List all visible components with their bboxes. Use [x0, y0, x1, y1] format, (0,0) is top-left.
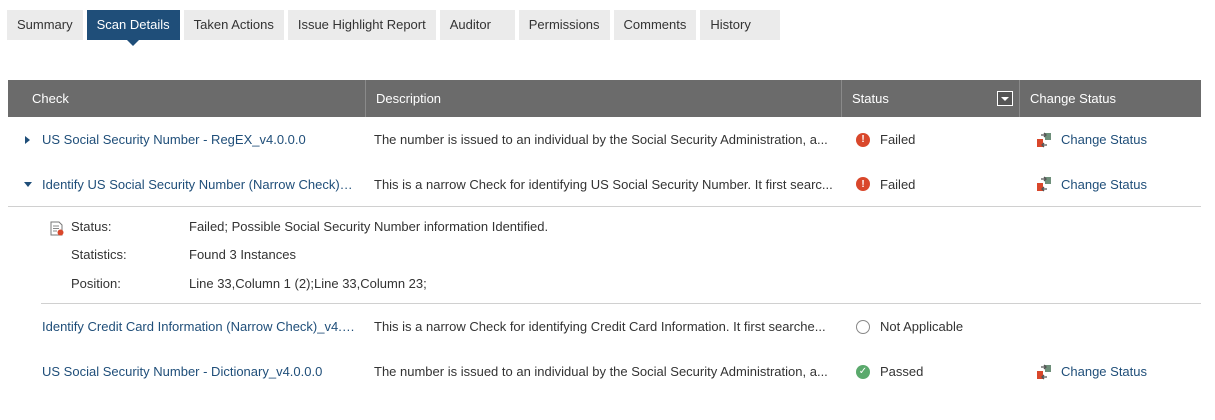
detail-value: Failed; Possible Social Security Number …	[189, 219, 549, 234]
not-applicable-icon	[856, 319, 870, 334]
status-text: Not Applicable	[880, 319, 964, 334]
status-text: Failed	[880, 176, 916, 192]
report-status-icon	[50, 221, 64, 236]
check-name-link[interactable]: US Social Security Number - Dictionary_v…	[8, 364, 358, 379]
tab-comments[interactable]: Comments	[613, 10, 697, 40]
change-status-label: Change Status	[1061, 364, 1148, 379]
change-status-link[interactable]: Change Status	[1020, 176, 1201, 192]
detail-value: Found 3 Instances	[189, 247, 296, 262]
detail-label: Status:	[71, 219, 112, 234]
table-row: US Social Security Number - Dictionary_v…	[8, 349, 1201, 394]
change-status-label: Change Status	[1061, 176, 1148, 192]
check-description: The number is issued to an individual by…	[374, 364, 828, 379]
status-text: Passed	[880, 364, 924, 379]
check-description: The number is issued to an individual by…	[374, 132, 828, 147]
change-status-icon	[1037, 176, 1051, 192]
row-details-panel: Status: Failed; Possible Social Security…	[41, 207, 1201, 304]
tab-taken-actions[interactable]: Taken Actions	[183, 10, 284, 40]
column-header-description[interactable]: Description	[366, 80, 842, 117]
change-status-label: Change Status	[1061, 132, 1148, 147]
column-header-change-status[interactable]: Change Status	[1020, 80, 1201, 117]
detail-position-row: Position: Line 33,Column 1 (2);Line 33,C…	[71, 275, 427, 293]
detail-status-row: Status: Failed; Possible Social Security…	[71, 218, 548, 236]
column-header-status[interactable]: Status	[842, 80, 1020, 117]
grid-header: Check Description Status Change Status	[8, 80, 1201, 117]
table-row: Identify Credit Card Information (Narrow…	[8, 304, 1201, 349]
status-cell: Not Applicable	[842, 319, 1020, 334]
change-status-link[interactable]: Change Status	[1020, 132, 1201, 148]
status-filter-dropdown-icon[interactable]	[997, 91, 1013, 106]
detail-label: Position:	[71, 276, 121, 291]
tab-scan-details[interactable]: Scan Details	[86, 10, 180, 46]
detail-label: Statistics:	[71, 247, 127, 262]
change-status-icon	[1037, 132, 1051, 147]
change-status-link[interactable]: Change Status	[1020, 364, 1201, 380]
tab-summary[interactable]: Summary	[7, 10, 83, 40]
tab-bar: Summary Scan Details Taken Actions Issue…	[7, 10, 784, 46]
failed-icon: !	[856, 132, 870, 147]
scan-details-grid: Check Description Status Change Status U…	[8, 80, 1201, 394]
check-description: This is a narrow Check for identifying U…	[374, 176, 833, 192]
tab-history[interactable]: History	[700, 10, 781, 40]
tab-auditor[interactable]: Auditor	[439, 10, 515, 40]
detail-statistics-row: Statistics: Found 3 Instances	[71, 246, 296, 264]
check-description: This is a narrow Check for identifying C…	[374, 319, 826, 334]
tab-issue-highlight-report[interactable]: Issue Highlight Report	[287, 10, 436, 40]
detail-value: Line 33,Column 1 (2);Line 33,Column 23;	[189, 276, 427, 291]
table-row: Identify US Social Security Number (Narr…	[8, 162, 1201, 207]
status-cell: ! Failed	[842, 177, 1020, 192]
failed-icon: !	[856, 177, 870, 191]
status-cell: ! Failed	[842, 132, 1020, 147]
change-status-icon	[1037, 364, 1051, 379]
passed-icon: ✓	[856, 364, 870, 379]
check-name-link[interactable]: Identify Credit Card Information (Narrow…	[8, 319, 358, 334]
check-name-link[interactable]: Identify US Social Security Number (Narr…	[8, 177, 358, 192]
table-row: US Social Security Number - RegEX_v4.0.0…	[8, 117, 1201, 162]
status-text: Failed	[880, 132, 916, 147]
status-cell: ✓ Passed	[842, 364, 1020, 379]
expand-caret-icon[interactable]	[25, 135, 30, 144]
column-header-check[interactable]: Check	[8, 80, 366, 117]
check-name-link[interactable]: US Social Security Number - RegEX_v4.0.0…	[8, 132, 358, 147]
tab-permissions[interactable]: Permissions	[518, 10, 610, 40]
column-header-status-label: Status	[852, 91, 889, 106]
collapse-caret-icon[interactable]	[24, 182, 32, 187]
